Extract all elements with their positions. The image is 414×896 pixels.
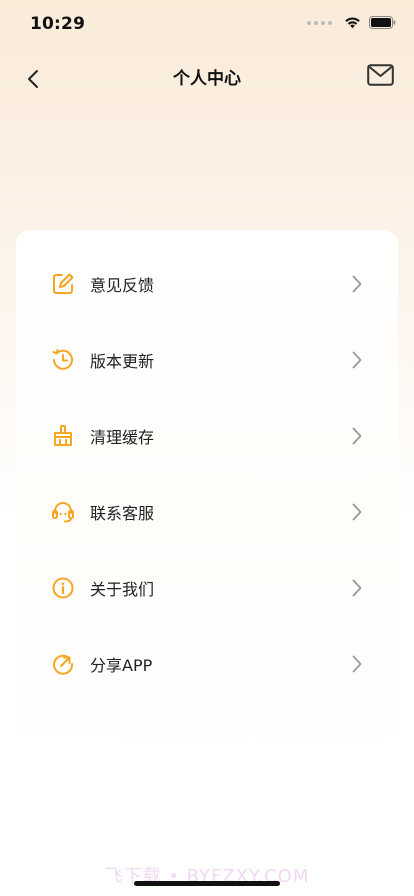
nav-bar: 个人中心 (0, 50, 414, 100)
menu-item-clear-cache[interactable]: 清理缓存 (16, 398, 398, 474)
status-icons (307, 16, 396, 29)
menu-item-label: 版本更新 (90, 352, 155, 371)
menu-item-feedback[interactable]: 意见反馈 (16, 246, 398, 322)
share-icon (50, 651, 76, 677)
menu-card: 意见反馈 版本更新 清理缓存 联系客服 关于我们 分享APP (16, 230, 398, 790)
chevron-right-icon (350, 654, 364, 674)
broom-icon (50, 423, 76, 449)
menu-item-label: 分享APP (90, 656, 153, 675)
wifi-icon (345, 17, 360, 29)
menu-item-label: 关于我们 (90, 580, 155, 599)
battery-icon (369, 16, 396, 29)
info-icon (50, 575, 76, 601)
status-bar: 10:29 (0, 0, 414, 48)
update-clock-icon (50, 347, 76, 373)
menu-item-share-app[interactable]: 分享APP (16, 626, 398, 702)
signal-icon (307, 20, 332, 25)
menu-item-label: 清理缓存 (90, 428, 155, 447)
mail-button[interactable] (366, 62, 394, 88)
chevron-right-icon (350, 426, 364, 446)
chevron-right-icon (350, 502, 364, 522)
home-indicator (134, 881, 280, 886)
menu-item-about-us[interactable]: 关于我们 (16, 550, 398, 626)
page-title: 个人中心 (173, 69, 241, 89)
headset-icon (50, 499, 76, 525)
menu-item-label: 意见反馈 (90, 276, 155, 295)
menu-item-version-update[interactable]: 版本更新 (16, 322, 398, 398)
status-time: 10:29 (30, 14, 86, 34)
menu-list: 意见反馈 版本更新 清理缓存 联系客服 关于我们 分享APP (16, 246, 398, 702)
chevron-right-icon (350, 578, 364, 598)
mail-icon (366, 64, 394, 86)
menu-item-label: 联系客服 (90, 504, 155, 523)
edit-icon (50, 271, 76, 297)
chevron-right-icon (350, 350, 364, 370)
chevron-right-icon (350, 274, 364, 294)
menu-item-customer-service[interactable]: 联系客服 (16, 474, 398, 550)
